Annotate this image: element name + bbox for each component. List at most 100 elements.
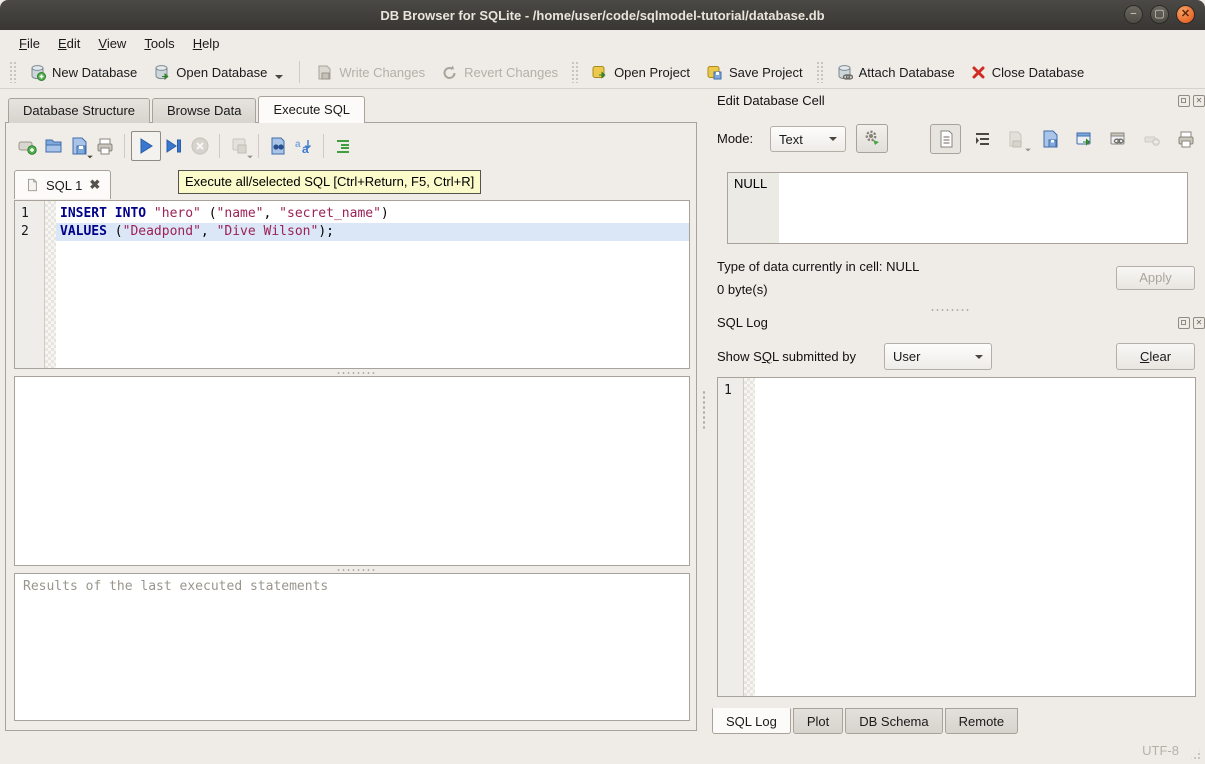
code-token: );: [318, 224, 334, 239]
dock-tab-sql-log[interactable]: SQL Log: [712, 708, 791, 734]
code-token: (: [201, 206, 217, 221]
execute-line-icon: [164, 136, 184, 156]
dock-tab-remote[interactable]: Remote: [945, 708, 1019, 734]
stop-icon: [190, 136, 210, 156]
menu-view[interactable]: View: [89, 33, 135, 54]
find-button[interactable]: [265, 133, 291, 159]
open-project-button[interactable]: Open Project: [583, 60, 698, 85]
close-dock-icon[interactable]: ✕: [1193, 95, 1205, 107]
cell-edit-area[interactable]: [779, 173, 1187, 243]
save-sql-file-button[interactable]: [66, 133, 92, 159]
main-tab-bar: Database StructureBrowse DataExecute SQL: [8, 96, 367, 123]
new-tab-icon: [17, 136, 37, 156]
dropdown-caret-icon[interactable]: [275, 75, 283, 79]
import-cell-icon: [1006, 129, 1026, 149]
editor-code-area[interactable]: INSERT INTO "hero" ("name", "secret_name…: [56, 201, 689, 368]
import-cell-button[interactable]: [1002, 126, 1029, 153]
menu-tools[interactable]: Tools: [135, 33, 183, 54]
open-external-button[interactable]: [1070, 126, 1097, 153]
tab-database-structure[interactable]: Database Structure: [8, 98, 150, 123]
titlebar[interactable]: DB Browser for SQLite - /home/user/code/…: [0, 0, 1205, 30]
apply-button[interactable]: Apply: [1116, 266, 1195, 290]
stop-button[interactable]: [187, 133, 213, 159]
close-button[interactable]: ✕: [1176, 5, 1195, 24]
menu-help[interactable]: Help: [184, 33, 229, 54]
dropdown-caret-icon[interactable]: [247, 156, 253, 159]
close-dock-icon[interactable]: ✕: [1193, 317, 1205, 329]
code-token: "Deadpond": [123, 224, 201, 239]
close-tab-icon[interactable]: ✖: [89, 177, 100, 193]
menu-edit[interactable]: Edit: [49, 33, 89, 54]
float-dock-icon[interactable]: [1178, 95, 1190, 107]
print-icon: [1176, 129, 1196, 149]
execute-line-button[interactable]: [161, 133, 187, 159]
code-token: "name": [217, 206, 264, 221]
chevron-down-icon: [975, 355, 983, 359]
toolbar-separator: [299, 61, 300, 83]
text-mode-icon: [936, 129, 956, 149]
tab-execute-sql[interactable]: Execute SQL: [258, 96, 365, 123]
format-sql-button[interactable]: aa: [291, 133, 317, 159]
float-dock-icon[interactable]: [1178, 317, 1190, 329]
dock-tab-db-schema[interactable]: DB Schema: [845, 708, 942, 734]
code-token: "hero": [154, 206, 201, 221]
dock-tab-plot[interactable]: Plot: [793, 708, 843, 734]
toolbar-button-label: Attach Database: [859, 65, 955, 80]
cell-editor-box[interactable]: NULL: [727, 172, 1188, 244]
export-cell-button[interactable]: [1036, 126, 1063, 153]
tab-sql-1[interactable]: SQL 1 ✖: [14, 170, 111, 199]
dock-h-splitter-handle[interactable]: [930, 308, 970, 312]
close-database-button[interactable]: Close Database: [963, 61, 1093, 84]
link-cell-icon: [1108, 129, 1128, 149]
open-database-button[interactable]: Open Database: [145, 60, 291, 85]
code-token: "Dive Wilson": [217, 224, 319, 239]
tab-browse-data[interactable]: Browse Data: [152, 98, 256, 123]
menu-file[interactable]: File: [10, 33, 49, 54]
save-project-button[interactable]: Save Project: [698, 60, 811, 85]
print-button[interactable]: [92, 133, 118, 159]
database-new-icon: [29, 64, 46, 81]
results-splitter-handle[interactable]: [336, 568, 376, 572]
editor-fold-margin: [45, 201, 56, 368]
attach-database-icon: [836, 64, 853, 81]
code-line[interactable]: VALUES ("Deadpond", "Dive Wilson");: [56, 223, 689, 241]
code-line[interactable]: INSERT INTO "hero" ("name", "secret_name…: [56, 205, 689, 223]
word-wrap-button[interactable]: [968, 126, 995, 153]
submitted-by-select[interactable]: User: [884, 343, 992, 370]
clear-button[interactable]: Clear: [1116, 343, 1195, 370]
cell-null-strip: NULL: [728, 173, 779, 243]
sql-editor[interactable]: 12 INSERT INTO "hero" ("name", "secret_n…: [14, 200, 690, 369]
open-sql-file-button[interactable]: [40, 133, 66, 159]
print-button[interactable]: [1172, 126, 1199, 153]
indent-button[interactable]: [330, 133, 356, 159]
new-database-button[interactable]: New Database: [21, 60, 145, 85]
revert-changes-button[interactable]: Revert Changes: [433, 60, 566, 85]
export-results-button[interactable]: [226, 133, 252, 159]
write-changes-button[interactable]: Write Changes: [308, 60, 433, 85]
dropdown-caret-icon[interactable]: [1025, 148, 1031, 151]
toolbar-button-label: Revert Changes: [464, 65, 558, 80]
resize-grip[interactable]: [1189, 748, 1202, 761]
execute-all-button[interactable]: [131, 131, 161, 161]
minimize-button[interactable]: −: [1124, 5, 1143, 24]
dock-splitter-handle[interactable]: [702, 390, 706, 430]
text-mode-button[interactable]: [930, 124, 961, 154]
link-cell-button[interactable]: [1104, 126, 1131, 153]
sql-file-icon: [25, 178, 39, 192]
toolbar-grip: [571, 61, 578, 83]
chevron-down-icon: [829, 137, 837, 141]
mode-select[interactable]: Text: [770, 126, 846, 152]
toolbar-separator: [258, 134, 259, 158]
toolbar-button-label: Open Project: [614, 65, 690, 80]
auto-mode-button[interactable]: [856, 124, 888, 153]
editor-splitter-handle[interactable]: [336, 371, 376, 375]
execute-sql-panel: aa SQL 1 ✖ 12 INSERT INTO "hero" ("name"…: [5, 122, 697, 731]
toolbar-separator: [124, 134, 125, 158]
close-database-icon: [971, 65, 986, 80]
menu-bar: FileEditViewToolsHelp: [0, 30, 1205, 56]
new-tab-button[interactable]: [14, 133, 40, 159]
editor-line-numbers: 12: [15, 201, 45, 368]
maximize-button[interactable]: ▢: [1150, 5, 1169, 24]
remove-cell-button[interactable]: [1138, 126, 1165, 153]
attach-database-button[interactable]: Attach Database: [828, 60, 963, 85]
